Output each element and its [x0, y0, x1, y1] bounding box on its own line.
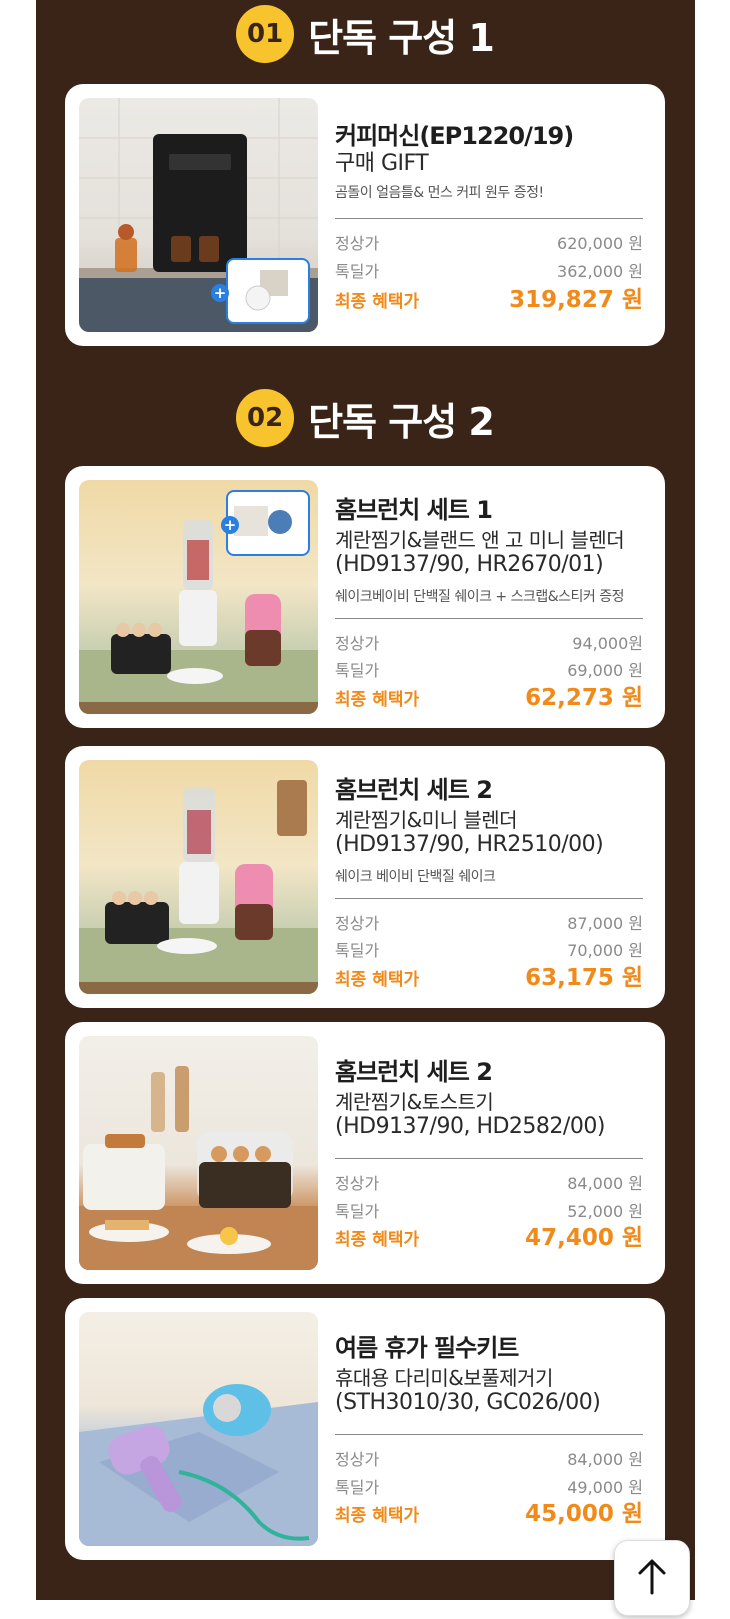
- final-price-row: 최종 혜택가 62,273 원: [335, 682, 643, 712]
- divider: [335, 1434, 643, 1435]
- divider: [335, 1158, 643, 1159]
- regular-price-row: 정상가 84,000 원: [335, 1446, 643, 1470]
- product-image-summer-vacation-kit[interactable]: [79, 1312, 318, 1546]
- final-price: 45,000 원: [525, 1501, 643, 1527]
- section-heading-2: 02 단독 구성 2: [0, 388, 730, 448]
- final-price-label: 최종 혜택가: [335, 690, 420, 710]
- scroll-to-top-button[interactable]: [614, 1540, 690, 1616]
- product-note: 곰돌이 얼음틀& 먼스 커피 원두 증정!: [335, 185, 544, 201]
- product-subtitle: 계란찜기&토스트기: [335, 1090, 494, 1114]
- product-model: (HD9137/90, HR2510/00): [335, 832, 604, 857]
- regular-price-label: 정상가: [335, 914, 380, 933]
- product-note: 쉐이크 베이비 단백질 쉐이크: [335, 869, 496, 885]
- product-card-home-brunch-set-2-toaster[interactable]: 홈브런치 세트 2 계란찜기&토스트기 (HD9137/90, HD2582/0…: [65, 1022, 665, 1284]
- regular-price-label: 정상가: [335, 634, 380, 653]
- special-price-label: 톡딜가: [335, 941, 380, 960]
- product-image-home-brunch-set-2-toaster[interactable]: [79, 1036, 318, 1270]
- product-subtitle: 계란찜기&미니 블렌더: [335, 808, 518, 832]
- product-card-home-brunch-set-1[interactable]: + 홈브런치 세트 1 계란찜기&블랜드 앤 고 미니 블렌더 (HD9137/…: [65, 466, 665, 728]
- section-title: 단독 구성 2: [308, 399, 495, 444]
- final-price-row: 최종 혜택가 319,827 원: [335, 284, 643, 314]
- regular-price-row: 정상가 87,000 원: [335, 910, 643, 934]
- product-name: 홈브런치 세트 2: [335, 1058, 493, 1086]
- product-image-coffee-machine[interactable]: +: [79, 98, 318, 332]
- final-price-label: 최종 혜택가: [335, 1506, 420, 1526]
- regular-price-label: 정상가: [335, 234, 380, 253]
- regular-price: 84,000 원: [567, 1174, 643, 1193]
- divider: [335, 618, 643, 619]
- final-price-row: 최종 혜택가 47,400 원: [335, 1222, 643, 1252]
- special-price-label: 톡딜가: [335, 1202, 380, 1221]
- product-card-coffee-machine[interactable]: + 커피머신(EP1220/19) 구매 GIFT 곰돌이 얼음틀& 먼스 커피…: [65, 84, 665, 346]
- regular-price: 84,000 원: [567, 1450, 643, 1469]
- product-model: (HD9137/90, HD2582/00): [335, 1114, 605, 1139]
- special-price-label: 톡딜가: [335, 262, 380, 281]
- product-subtitle: 휴대용 다리미&보풀제거기: [335, 1366, 553, 1390]
- product-card-summer-vacation-kit[interactable]: 여름 휴가 필수키트 휴대용 다리미&보풀제거기 (STH3010/30, GC…: [65, 1298, 665, 1560]
- product-name: 여름 휴가 필수키트: [335, 1334, 519, 1362]
- regular-price-row: 정상가 620,000 원: [335, 230, 643, 254]
- final-price: 62,273 원: [525, 685, 643, 711]
- special-price-row: 톡딜가 362,000 원: [335, 258, 643, 282]
- product-image-home-brunch-set-2[interactable]: [79, 760, 318, 994]
- final-price-row: 최종 혜택가 45,000 원: [335, 1498, 643, 1528]
- final-price-label: 최종 혜택가: [335, 1230, 420, 1250]
- plus-icon: +: [211, 284, 229, 302]
- regular-price-label: 정상가: [335, 1174, 380, 1193]
- section-heading-1: 01 단독 구성 1: [0, 4, 730, 64]
- product-note: 쉐이크베이비 단백질 쉐이크 + 스크랩&스티커 증정: [335, 589, 625, 605]
- regular-price-row: 정상가 94,000원: [335, 630, 643, 654]
- final-price: 47,400 원: [525, 1225, 643, 1251]
- product-subtitle: 계란찜기&블랜드 앤 고 미니 블렌더: [335, 528, 625, 552]
- divider: [335, 898, 643, 899]
- special-price-label: 톡딜가: [335, 661, 380, 680]
- final-price-row: 최종 혜택가 63,175 원: [335, 962, 643, 992]
- final-price-label: 최종 혜택가: [335, 292, 420, 312]
- special-price: 362,000 원: [557, 262, 643, 281]
- product-image-home-brunch-set-1[interactable]: +: [79, 480, 318, 714]
- plus-icon: +: [221, 516, 239, 534]
- regular-price: 94,000원: [572, 634, 643, 653]
- regular-price-row: 정상가 84,000 원: [335, 1170, 643, 1194]
- section-title: 단독 구성 1: [308, 15, 495, 60]
- product-name: 홈브런치 세트 2: [335, 776, 493, 804]
- regular-price-label: 정상가: [335, 1450, 380, 1469]
- section-number-badge: 01: [236, 5, 295, 63]
- regular-price: 87,000 원: [567, 914, 643, 933]
- regular-price: 620,000 원: [557, 234, 643, 253]
- final-price: 63,175 원: [525, 965, 643, 991]
- product-card-home-brunch-set-2[interactable]: 홈브런치 세트 2 계란찜기&미니 블렌더 (HD9137/90, HR2510…: [65, 746, 665, 1008]
- divider: [335, 218, 643, 219]
- product-model: (STH3010/30, GC026/00): [335, 1390, 601, 1415]
- final-price-label: 최종 혜택가: [335, 970, 420, 990]
- special-price-label: 톡딜가: [335, 1478, 380, 1497]
- product-model: (HD9137/90, HR2670/01): [335, 552, 604, 577]
- gift-bear-ice-tray: [226, 258, 310, 324]
- section-number-badge: 02: [236, 389, 295, 447]
- product-name: 홈브런치 세트 1: [335, 496, 493, 524]
- arrow-up-icon: [638, 1559, 666, 1595]
- product-subtitle: 구매 GIFT: [335, 151, 429, 176]
- final-price: 319,827 원: [509, 287, 643, 313]
